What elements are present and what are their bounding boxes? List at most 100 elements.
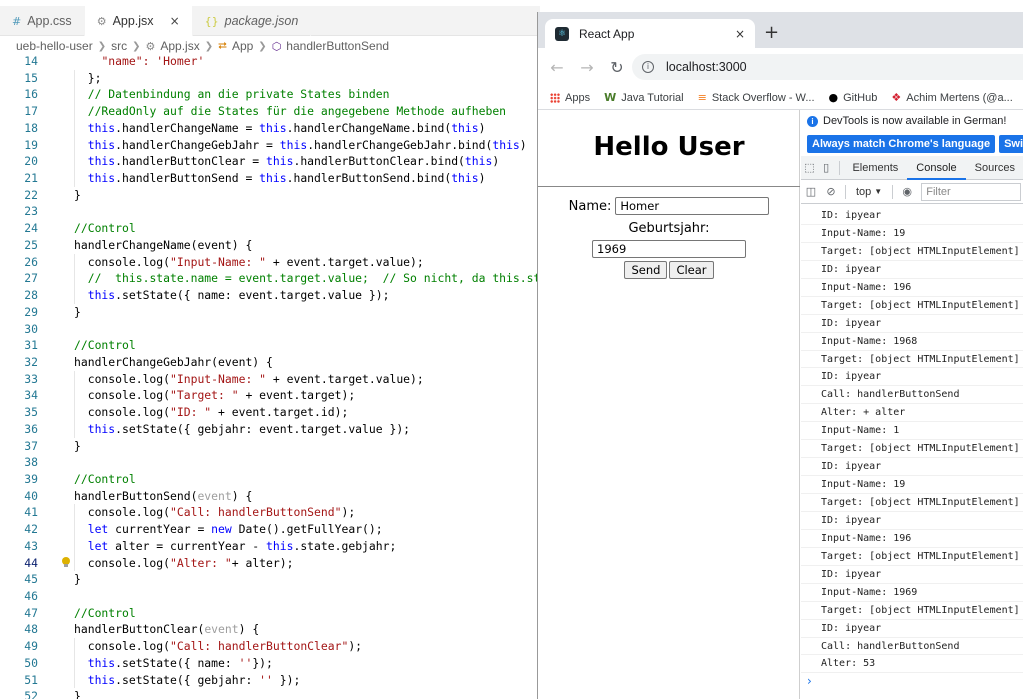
- tab-app-css[interactable]: # App.css: [0, 6, 85, 36]
- code-line[interactable]: 23: [0, 203, 540, 220]
- code-line[interactable]: 32 handlerChangeGebJahr(event) {: [0, 354, 540, 371]
- close-icon[interactable]: ×: [735, 27, 745, 41]
- close-icon[interactable]: ×: [170, 14, 180, 28]
- lightbulb-icon[interactable]: [62, 556, 70, 568]
- line-number: 31: [24, 338, 38, 353]
- code-line[interactable]: 48 handlerButtonClear(event) {: [0, 621, 540, 638]
- bookmark-achim-mertens[interactable]: ❖ Achim Mertens (@a...: [891, 91, 1012, 104]
- address-bar[interactable]: i localhost:3000: [632, 54, 1023, 80]
- language-buttons: Always match Chrome's language Switch De: [801, 132, 1023, 156]
- code-area[interactable]: 14 "name": 'Homer' 15 }; 16 // Datenbindun…: [0, 53, 540, 699]
- browser-tab[interactable]: ⚛ React App ×: [545, 19, 755, 48]
- code-line[interactable]: 19 this.handlerChangeGebJahr = this.hand…: [0, 136, 540, 154]
- tab-console[interactable]: Console: [907, 156, 966, 180]
- birth-row-input: 1969: [538, 239, 800, 259]
- console-message: ID: ipyear: [801, 368, 1023, 387]
- code-line[interactable]: 42 let currentYear = new Date().getFullY…: [0, 521, 540, 538]
- code-line[interactable]: 22}: [0, 187, 540, 204]
- tab-sources[interactable]: Sources: [966, 156, 1023, 180]
- site-info-icon[interactable]: i: [642, 61, 654, 73]
- birth-year-input[interactable]: 1969: [592, 240, 746, 258]
- code-line[interactable]: 39 //Control: [0, 471, 540, 488]
- code-line[interactable]: 18 this.handlerChangeName = this.handler…: [0, 119, 540, 137]
- line-number: 45: [24, 572, 38, 587]
- filter-input[interactable]: Filter: [921, 182, 1022, 201]
- code-line[interactable]: 34 console.log("Target: " + event.target…: [0, 387, 540, 405]
- code-line[interactable]: 20 this.handlerButtonClear = this.handle…: [0, 153, 540, 171]
- clear-console-icon[interactable]: ⊘: [821, 185, 841, 198]
- code-line[interactable]: 35 console.log("ID: " + event.target.id)…: [0, 404, 540, 421]
- code-line[interactable]: 45}: [0, 571, 540, 588]
- code-line[interactable]: 46: [0, 588, 540, 605]
- code-line[interactable]: 21 this.handlerButtonSend = this.handler…: [0, 170, 540, 187]
- divider: [538, 186, 800, 187]
- code-line[interactable]: 37}: [0, 438, 540, 455]
- code-line[interactable]: 51 this.setState({ gebjahr: '' });: [0, 671, 540, 689]
- code-line[interactable]: 36 this.setState({ gebjahr: event.target…: [0, 420, 540, 438]
- code-line[interactable]: 50 this.setState({ name: ''});: [0, 654, 540, 672]
- code-line[interactable]: 31 //Control: [0, 337, 540, 354]
- send-button[interactable]: Send: [624, 261, 668, 279]
- name-input[interactable]: Homer: [615, 197, 770, 215]
- code-line[interactable]: 43 let alter = currentYear - this.state.…: [0, 537, 540, 555]
- breadcrumb-file[interactable]: App.jsx: [160, 39, 199, 53]
- inspect-element-icon[interactable]: ⬚: [801, 161, 818, 174]
- chevron-right-icon: ❯: [204, 40, 214, 52]
- code-line[interactable]: 38: [0, 454, 540, 471]
- sidebar-toggle-icon[interactable]: ◫: [801, 185, 821, 198]
- code-token: event: [197, 488, 232, 503]
- chevron-right-icon: ❯: [132, 40, 141, 52]
- reload-icon[interactable]: ↻: [604, 58, 630, 77]
- code-editor[interactable]: # App.css ⚙ App.jsx × {} package.json ue…: [0, 0, 540, 699]
- breadcrumb-method[interactable]: handlerButtonSend: [286, 39, 389, 53]
- new-tab-button[interactable]: +: [764, 22, 779, 43]
- code-line[interactable]: 27 // this.state.name = event.target.val…: [0, 270, 540, 288]
- code-line[interactable]: 25 handlerChangeName(event) {: [0, 237, 540, 254]
- match-language-button[interactable]: Always match Chrome's language: [807, 135, 996, 153]
- line-number: 28: [24, 288, 38, 303]
- code-line[interactable]: 49 console.log("Call: handlerButtonClear…: [0, 638, 540, 655]
- code-line[interactable]: 30: [0, 321, 540, 338]
- console-prompt[interactable]: ›: [801, 673, 1023, 689]
- code-line[interactable]: 28 this.setState({ name: event.target.va…: [0, 287, 540, 304]
- eye-icon[interactable]: ◉: [897, 185, 917, 198]
- code-line[interactable]: 16 // Datenbindung an die private States…: [0, 86, 540, 104]
- context-selector[interactable]: top ▼: [850, 186, 888, 198]
- tab-package-json[interactable]: {} package.json: [193, 6, 312, 36]
- bookmark-github[interactable]: ● GitHub: [829, 91, 878, 104]
- code-token: this: [259, 120, 287, 135]
- code-line[interactable]: 26 console.log("Input-Name: " + event.ta…: [0, 253, 540, 271]
- code-text: this.handlerButtonClear = this.handlerBu…: [74, 153, 500, 170]
- bookmark-apps[interactable]: Apps: [550, 92, 590, 104]
- forward-arrow-icon[interactable]: →: [574, 58, 600, 77]
- react-favicon-icon: ⚛: [555, 26, 569, 41]
- code-token: .handlerChangeGebJahr.bind(: [307, 137, 493, 152]
- code-line[interactable]: 15 };: [0, 69, 540, 87]
- code-line[interactable]: 33 console.log("Input-Name: " + event.ta…: [0, 370, 540, 388]
- bookmark-stack-overflow[interactable]: ≡ Stack Overflow - W...: [698, 91, 815, 104]
- code-line[interactable]: 52}: [0, 688, 540, 699]
- code-line[interactable]: 24 //Control: [0, 220, 540, 237]
- tab-elements[interactable]: Elements: [843, 156, 907, 180]
- tab-app-jsx[interactable]: ⚙ App.jsx ×: [84, 6, 193, 36]
- code-text: this.setState({ name: event.target.value…: [74, 287, 390, 304]
- code-line[interactable]: 14 "name": 'Homer': [0, 53, 540, 70]
- clear-button[interactable]: Clear: [669, 261, 714, 279]
- breadcrumb-folder[interactable]: src: [111, 39, 127, 53]
- bookmark-java-tutorial[interactable]: W Java Tutorial: [604, 91, 684, 104]
- code-line[interactable]: 41 console.log("Call: handlerButtonSend"…: [0, 504, 540, 522]
- tab-label: App.jsx: [112, 14, 154, 28]
- switch-language-button[interactable]: Switch De: [999, 135, 1023, 153]
- code-line[interactable]: 29}: [0, 304, 540, 321]
- code-line[interactable]: 47 //Control: [0, 605, 540, 622]
- code-line[interactable]: 17 //ReadOnly auf die States für die ang…: [0, 103, 540, 120]
- back-arrow-icon[interactable]: ←: [544, 58, 570, 77]
- console-message: ID: ipyear: [801, 458, 1023, 477]
- breadcrumb-class[interactable]: App: [232, 39, 253, 53]
- code-text: console.log("Input-Name: " + event.targe…: [74, 371, 424, 388]
- device-toolbar-icon[interactable]: ▯: [818, 161, 835, 174]
- code-line[interactable]: 44 console.log("Alter: "+ alter);: [0, 554, 540, 572]
- code-line[interactable]: 40 handlerButtonSend(event) {: [0, 488, 540, 505]
- breadcrumb-project[interactable]: ueb-hello-user: [16, 39, 93, 53]
